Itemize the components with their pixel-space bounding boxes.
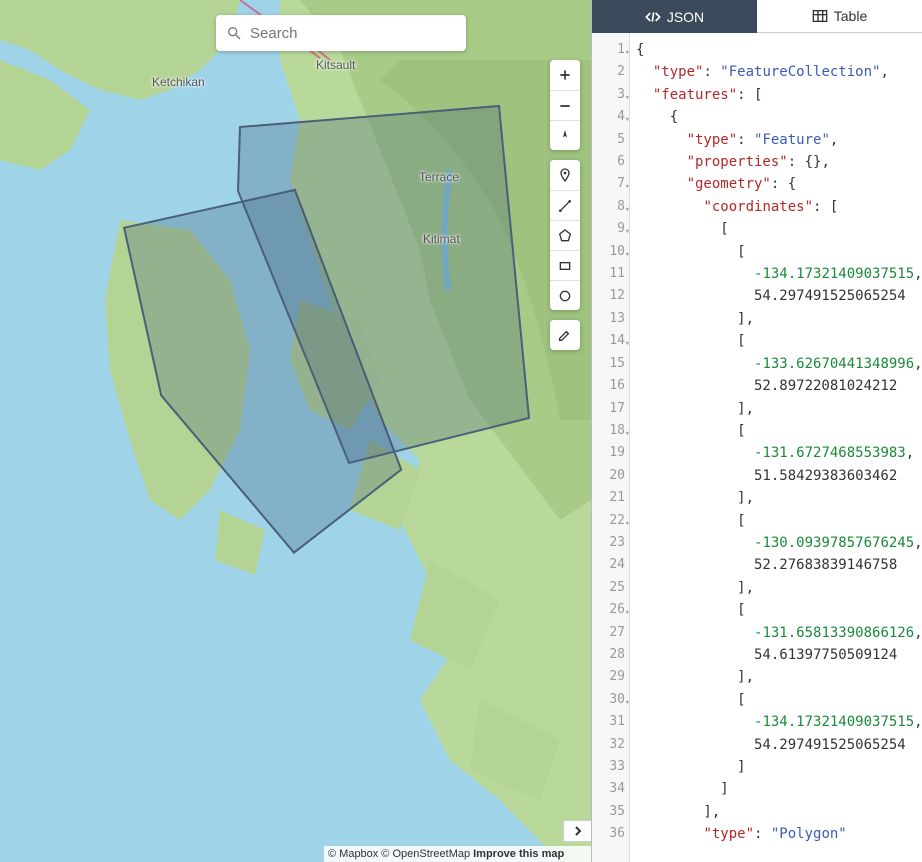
draw-circle-button[interactable] [550, 280, 580, 310]
minus-icon [557, 98, 573, 114]
code-gutter: 1234567891011121314151617181920212223242… [592, 33, 630, 862]
plus-icon [557, 67, 573, 83]
draw-polygon-button[interactable] [550, 220, 580, 250]
chevron-right-icon [573, 826, 583, 836]
map-background [0, 0, 591, 862]
compass-button[interactable] [550, 120, 580, 150]
search-box[interactable] [216, 15, 466, 51]
rectangle-icon [557, 258, 573, 274]
table-icon [812, 9, 828, 23]
attribution-mapbox[interactable]: © Mapbox [328, 848, 378, 860]
compass-icon [557, 128, 573, 144]
collapse-panel-button[interactable] [563, 820, 591, 842]
code-body[interactable]: { "type": "FeatureCollection", "features… [630, 33, 922, 862]
editor-tabs: JSON Table [592, 0, 922, 33]
tab-json-label: JSON [667, 9, 704, 25]
attribution-osm[interactable]: © OpenStreetMap [381, 848, 470, 860]
circle-icon [557, 288, 573, 304]
zoom-in-button[interactable] [550, 60, 580, 90]
code-icon [645, 10, 661, 24]
line-icon [557, 198, 573, 214]
nav-controls [550, 60, 580, 150]
app-root: Ketchikan Kitsault Terrace Kitimat [0, 0, 922, 862]
tab-table[interactable]: Table [757, 0, 922, 33]
draw-line-button[interactable] [550, 190, 580, 220]
search-icon [226, 25, 242, 41]
edit-button[interactable] [550, 320, 580, 350]
marker-icon [557, 167, 573, 183]
draw-controls [550, 160, 580, 310]
map-attribution: © Mapbox © OpenStreetMap Improve this ma… [324, 846, 591, 862]
edit-controls [550, 320, 580, 350]
edit-icon [557, 327, 573, 343]
zoom-out-button[interactable] [550, 90, 580, 120]
attribution-improve[interactable]: Improve this map [473, 848, 564, 860]
tab-table-label: Table [834, 8, 867, 24]
draw-marker-button[interactable] [550, 160, 580, 190]
map-pane[interactable]: Ketchikan Kitsault Terrace Kitimat [0, 0, 591, 862]
tab-json[interactable]: JSON [592, 0, 757, 33]
draw-rectangle-button[interactable] [550, 250, 580, 280]
code-editor[interactable]: 1234567891011121314151617181920212223242… [592, 33, 922, 862]
polygon-icon [557, 228, 573, 244]
editor-pane: JSON Table 12345678910111213141516171819… [591, 0, 922, 862]
search-input[interactable] [250, 25, 456, 42]
